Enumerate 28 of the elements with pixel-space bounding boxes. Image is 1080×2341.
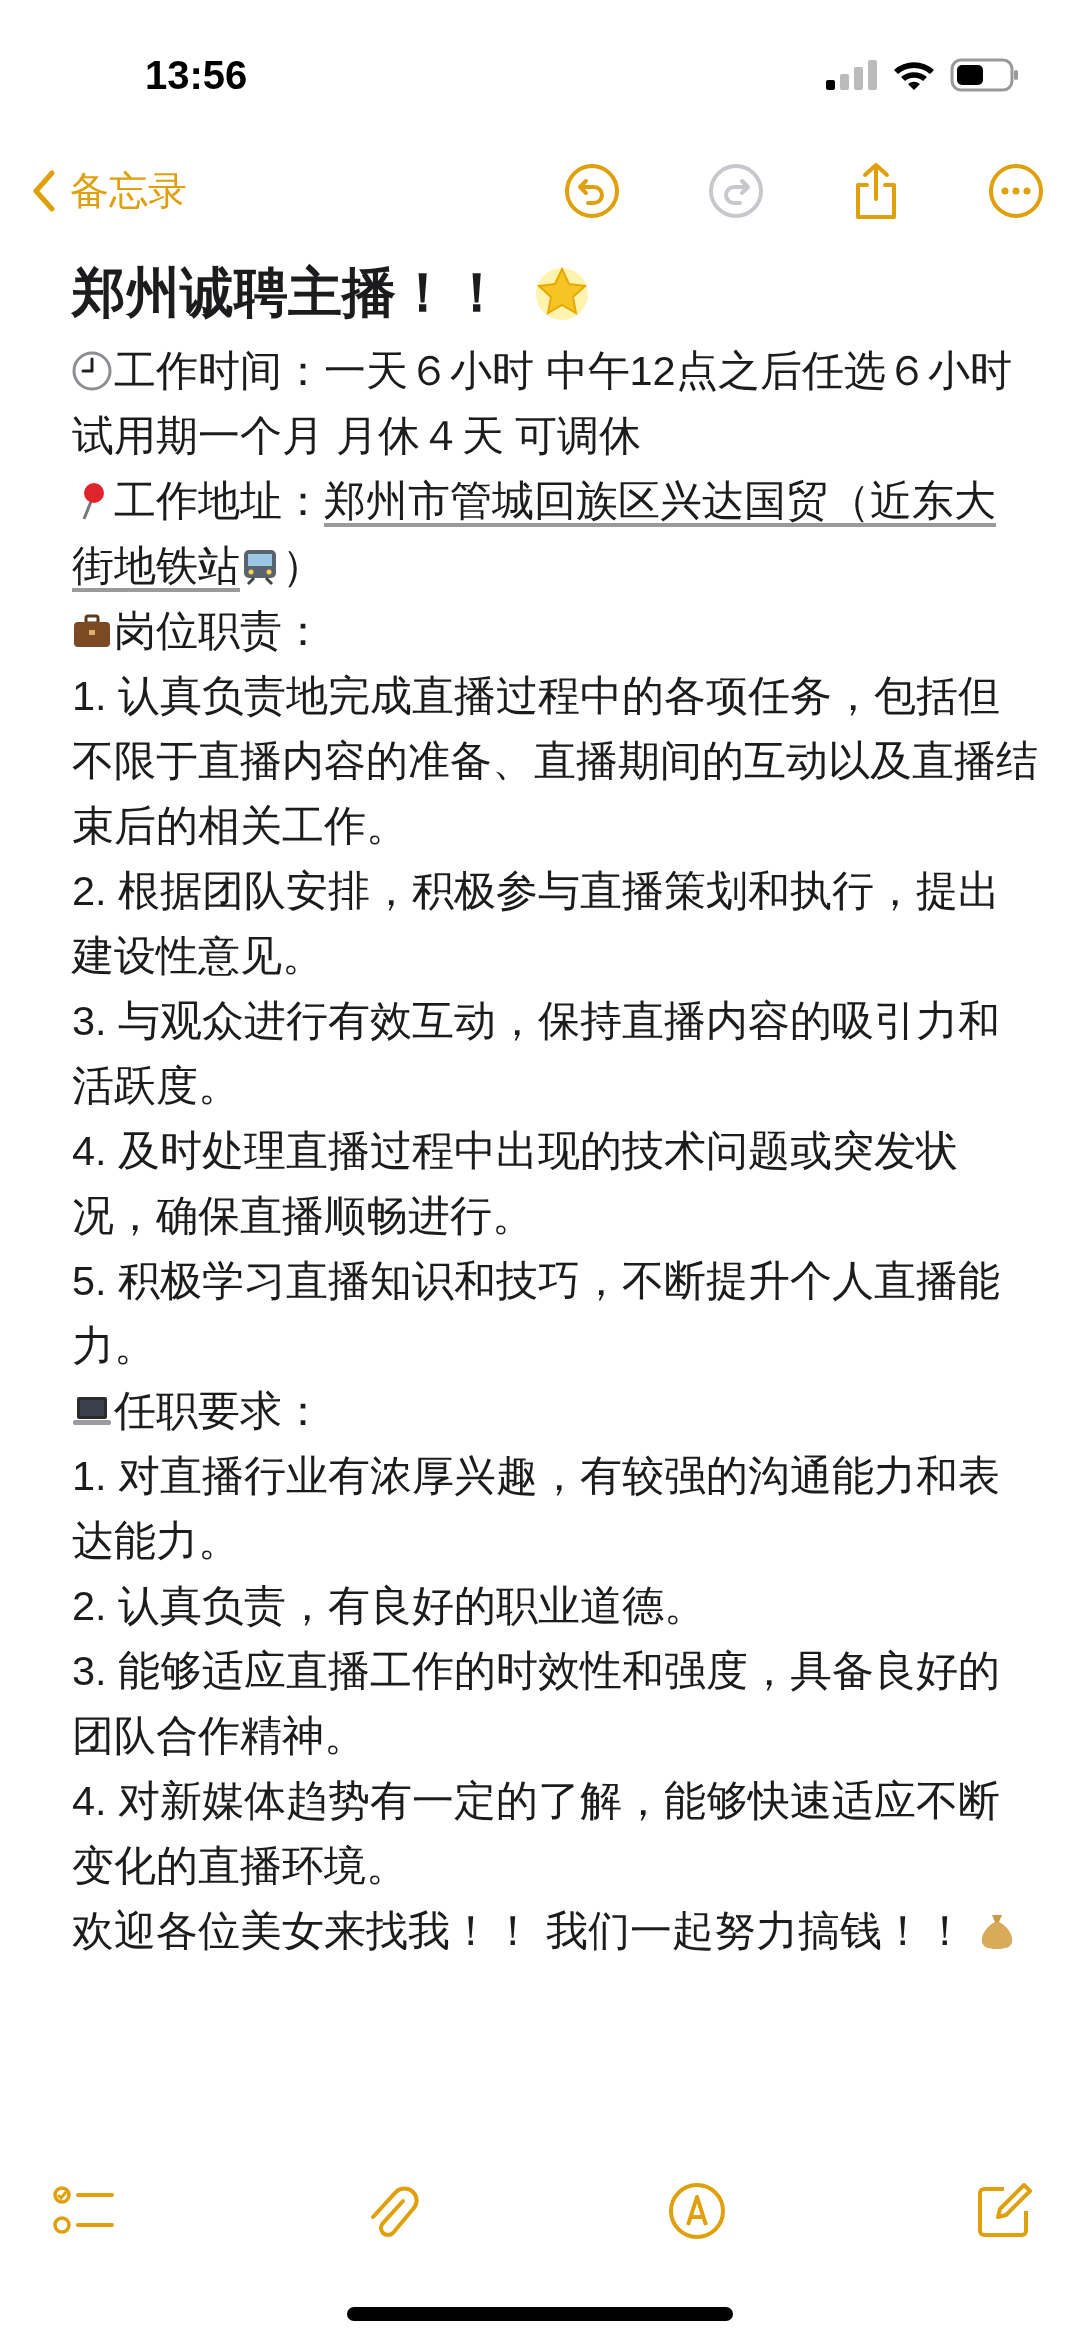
signal-icon — [826, 60, 878, 90]
more-button[interactable] — [988, 163, 1044, 219]
note-text: 工作时间：一天６小时 中午12点之后任选６小时 — [114, 347, 1012, 394]
note-text: 工作地址： — [114, 477, 324, 524]
undo-button[interactable] — [564, 163, 620, 219]
wifi-icon — [892, 59, 936, 91]
note-text: 5. 积极学习直播知识和技巧，不断提升个人直播能力。 — [72, 1257, 1001, 1369]
clock-icon — [72, 351, 112, 391]
status-time: 13:56 — [145, 52, 248, 98]
note-text: 欢迎各位美女来找我！！ 我们一起努力搞钱！！ — [72, 1907, 967, 1954]
note-text: ） — [282, 542, 324, 589]
note-text: 2. 根据团队安排，积极参与直播策划和执行，提出建设性意见。 — [72, 867, 1001, 979]
note-text: 3. 能够适应直播工作的时效性和强度，具备良好的团队合作精神。 — [72, 1647, 1001, 1759]
note-text: 1. 认真负责地完成直播过程中的各项任务，包括但不限于直播内容的准备、直播期间的互动以及直播结束后的相关工作。 — [72, 672, 1038, 849]
markup-button[interactable] — [666, 2181, 727, 2241]
battery-icon — [950, 58, 1020, 92]
note-text: 岗位职责： — [114, 607, 324, 654]
note-text: 4. 对新媒体趋势有一定的了解，能够快速适应不断变化的直播环境。 — [72, 1777, 1001, 1889]
note-text: 3. 与观众进行有效互动，保持直播内容的吸引力和活跃度。 — [72, 997, 1001, 1109]
note-text: 4. 及时处理直播过程中出现的技术问题或突发状况，确保直播顺畅进行。 — [72, 1127, 959, 1239]
chevron-left-icon — [32, 170, 56, 212]
note-text: 试用期一个月 月休４天 可调休 — [72, 412, 642, 459]
note-text: 2. 认真负责，有良好的职业道德。 — [72, 1582, 707, 1629]
note-text: 1. 对直播行业有浓厚兴趣，有较强的沟通能力和表达能力。 — [72, 1452, 1001, 1564]
address-link[interactable]: 街地铁站 — [72, 542, 240, 589]
address-link[interactable]: 郑州市管城回族区兴达国贸（近东大 — [324, 477, 996, 524]
note-title: 郑州诚聘主播！！ — [72, 260, 504, 324]
note-text: 任职要求： — [114, 1387, 324, 1434]
